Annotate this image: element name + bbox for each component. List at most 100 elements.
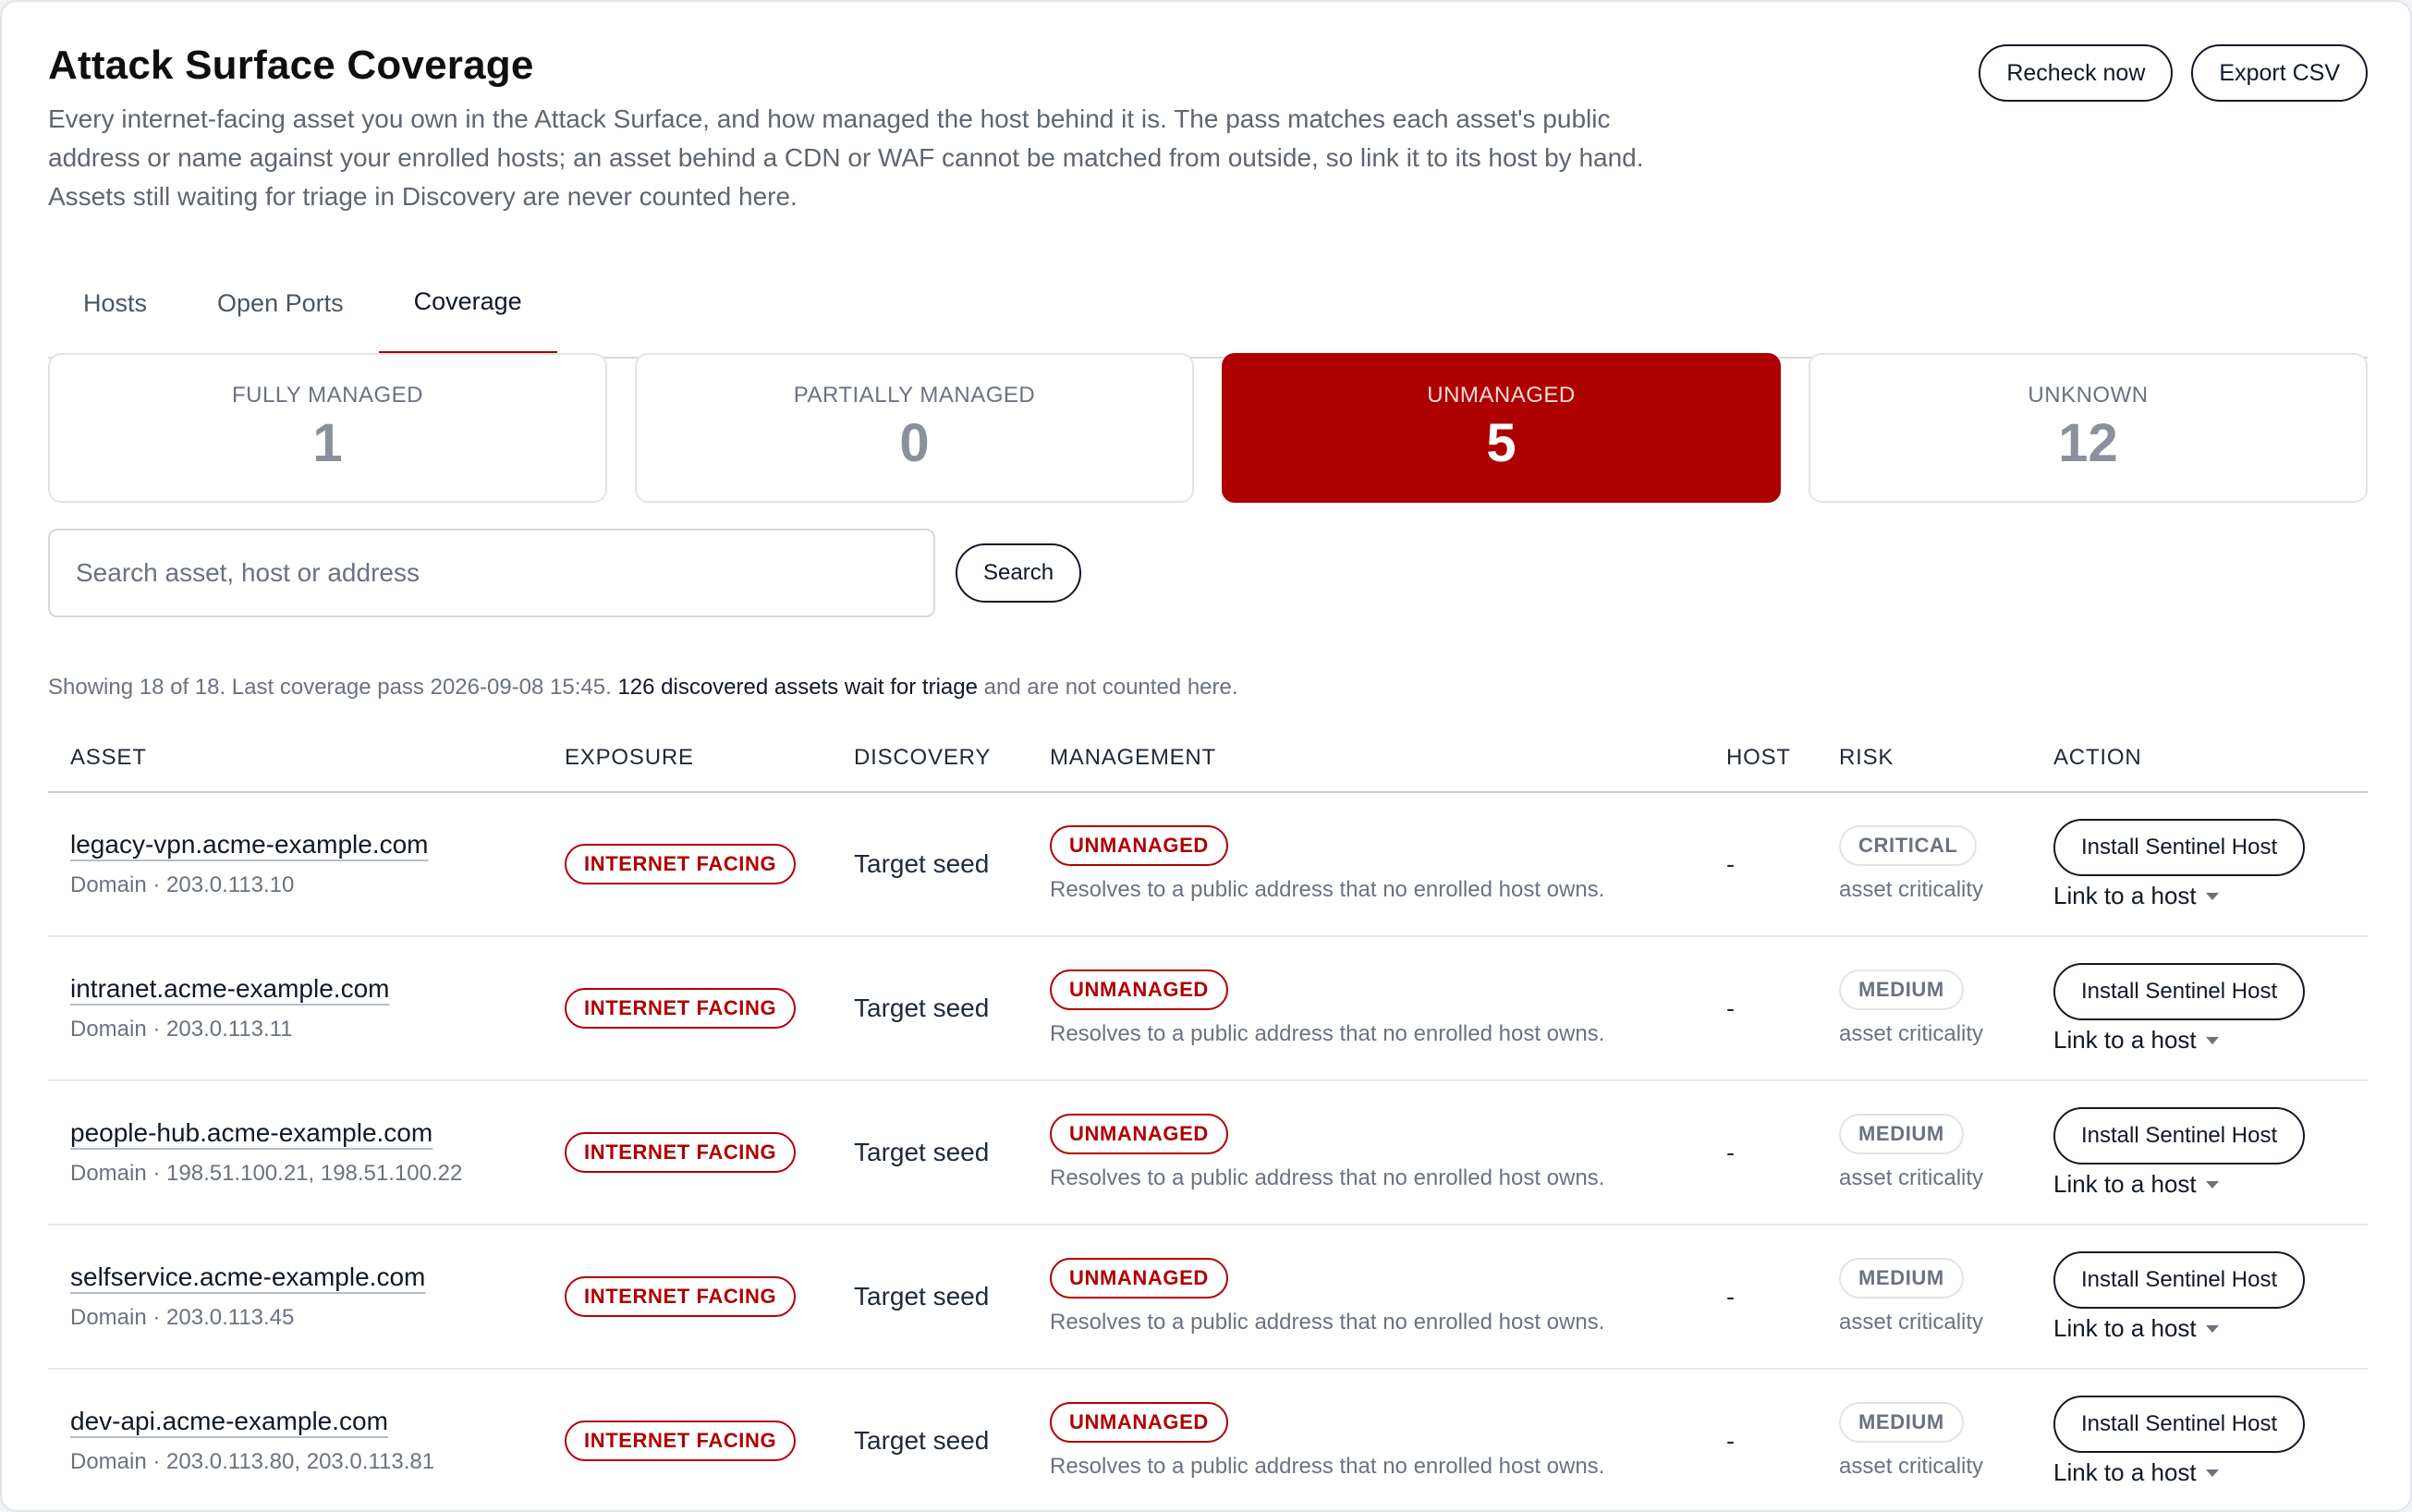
management-note: Resolves to a public address that no enr… [1050,877,1605,902]
summary-card-count: 12 [2058,413,2118,473]
management-badge: UNMANAGED [1050,969,1228,1010]
exposure-badge: INTERNET FACING [565,1421,797,1461]
management-note: Resolves to a public address that no enr… [1050,1165,1605,1190]
risk-cell: MEDIUM asset criticality [1817,1225,2031,1370]
discovery-cell: Target seed [832,792,1028,937]
column-header-management: MANAGEMENT [1028,725,1704,793]
discovery-source: Target seed [854,1282,990,1311]
table-header-row: ASSET EXPOSURE DISCOVERY MANAGEMENT HOST… [48,725,2368,793]
risk-badge: CRITICAL [1839,825,1978,866]
search-input[interactable] [48,529,935,617]
recheck-button[interactable]: Recheck now [1979,44,2174,102]
tab-coverage[interactable]: Coverage [378,251,557,355]
column-header-discovery: DISCOVERY [832,725,1028,793]
risk-cell: MEDIUM asset criticality [1817,1369,2031,1510]
summary-card-label: PARTIALLY MANAGED [793,383,1036,408]
asset-cell: selfservice.acme-example.com Domain · 20… [48,1225,542,1370]
asset-link[interactable]: people-hub.acme-example.com [70,1118,432,1148]
asset-link[interactable]: legacy-vpn.acme-example.com [70,830,429,860]
summary-card-partially-managed[interactable]: PARTIALLY MANAGED 0 [635,353,1194,503]
asset-address: Domain · 203.0.113.11 [70,1017,293,1042]
management-cell: UNMANAGED Resolves to a public address t… [1028,936,1704,1081]
chevron-down-icon [2205,1325,2219,1333]
search-button[interactable]: Search [956,543,1082,603]
risk-badge: MEDIUM [1839,969,1964,1010]
risk-note: asset criticality [1839,1021,1984,1046]
management-cell: UNMANAGED Resolves to a public address t… [1028,1225,1704,1370]
exposure-cell: INTERNET FACING [542,1225,832,1370]
page-description: Every internet-facing asset you own in t… [48,104,1644,211]
summary-card-label: UNKNOWN [2028,383,2149,408]
risk-note: asset criticality [1839,1454,1984,1479]
link-to-host-label: Link to a host [2053,881,2197,909]
discovery-source: Target seed [854,849,990,878]
triage-link[interactable]: 126 discovered assets wait for triage [617,675,978,700]
tab-bar: Hosts Open Ports Coverage [48,251,2368,359]
export-csv-button[interactable]: Export CSV [2191,44,2368,102]
exposure-cell: INTERNET FACING [542,1080,832,1225]
action-cell: Install Sentinel Host Link to a host [2031,936,2368,1081]
tab-open-ports[interactable]: Open Ports [182,251,379,355]
asset-address: Domain · 198.51.100.21, 198.51.100.22 [70,1161,463,1186]
discovery-cell: Target seed [832,936,1028,1081]
summary-card-unmanaged[interactable]: UNMANAGED 5 [1222,353,1781,503]
management-badge: UNMANAGED [1050,825,1228,866]
summary-card-count: 1 [312,413,343,473]
exposure-badge: INTERNET FACING [565,844,797,884]
summary-card-unknown[interactable]: UNKNOWN 12 [1809,353,2368,503]
install-sentinel-host-button[interactable]: Install Sentinel Host [2053,962,2306,1020]
risk-cell: CRITICAL asset criticality [1817,792,2031,937]
discovery-source: Target seed [854,1138,990,1166]
table-row: legacy-vpn.acme-example.com Domain · 203… [48,792,2368,937]
host-cell: - [1704,936,1817,1081]
management-badge: UNMANAGED [1050,1258,1228,1299]
column-header-exposure: EXPOSURE [542,725,832,793]
asset-address: Domain · 203.0.113.80, 203.0.113.81 [70,1449,435,1474]
exposure-badge: INTERNET FACING [565,1132,797,1173]
asset-cell: dev-api.acme-example.com Domain · 203.0.… [48,1369,542,1510]
risk-note: asset criticality [1839,1165,1984,1190]
tab-hosts[interactable]: Hosts [48,251,182,355]
link-to-host-dropdown[interactable]: Link to a host [2053,1170,2345,1199]
exposure-cell: INTERNET FACING [542,936,832,1081]
table-row: dev-api.acme-example.com Domain · 203.0.… [48,1369,2368,1510]
management-note: Resolves to a public address that no enr… [1050,1021,1605,1046]
action-cell: Install Sentinel Host Link to a host [2031,1080,2368,1225]
asset-link[interactable]: selfservice.acme-example.com [70,1262,425,1292]
risk-cell: MEDIUM asset criticality [1817,1080,2031,1225]
link-to-host-dropdown[interactable]: Link to a host [2053,1314,2345,1343]
chevron-down-icon [2205,1037,2219,1044]
summary-cards: FULLY MANAGED 1 PARTIALLY MANAGED 0 UNMA… [48,353,2368,503]
chevron-down-icon [2205,1181,2219,1189]
link-to-host-dropdown[interactable]: Link to a host [2053,1026,2345,1055]
column-header-action: ACTION [2031,725,2368,793]
host-cell: - [1704,792,1817,937]
header-actions: Recheck now Export CSV [1979,44,2368,102]
install-sentinel-host-button[interactable]: Install Sentinel Host [2053,818,2306,876]
risk-badge: MEDIUM [1839,1402,1964,1443]
exposure-cell: INTERNET FACING [542,1369,832,1510]
link-to-host-label: Link to a host [2053,1313,2197,1342]
column-header-host: HOST [1704,725,1817,793]
summary-card-count: 0 [899,413,930,473]
exposure-cell: INTERNET FACING [542,792,832,937]
app-frame: Attack Surface Coverage Every internet-f… [0,0,2412,1512]
install-sentinel-host-button[interactable]: Install Sentinel Host [2053,1250,2306,1309]
asset-cell: intranet.acme-example.com Domain · 203.0… [48,936,542,1081]
link-to-host-dropdown[interactable]: Link to a host [2053,882,2345,910]
table-row: intranet.acme-example.com Domain · 203.0… [48,936,2368,1081]
asset-link[interactable]: intranet.acme-example.com [70,974,389,1004]
discovery-cell: Target seed [832,1080,1028,1225]
summary-card-count: 5 [1486,413,1517,473]
link-to-host-dropdown[interactable]: Link to a host [2053,1458,2345,1487]
install-sentinel-host-button[interactable]: Install Sentinel Host [2053,1106,2306,1164]
install-sentinel-host-button[interactable]: Install Sentinel Host [2053,1395,2306,1453]
management-badge: UNMANAGED [1050,1114,1228,1154]
summary-card-fully-managed[interactable]: FULLY MANAGED 1 [48,353,607,503]
host-cell: - [1704,1080,1817,1225]
results-summary: Showing 18 of 18. Last coverage pass 202… [48,675,1238,701]
discovery-cell: Target seed [832,1225,1028,1370]
table-row: selfservice.acme-example.com Domain · 20… [48,1225,2368,1370]
asset-link[interactable]: dev-api.acme-example.com [70,1407,388,1436]
discovery-source: Target seed [854,994,990,1022]
